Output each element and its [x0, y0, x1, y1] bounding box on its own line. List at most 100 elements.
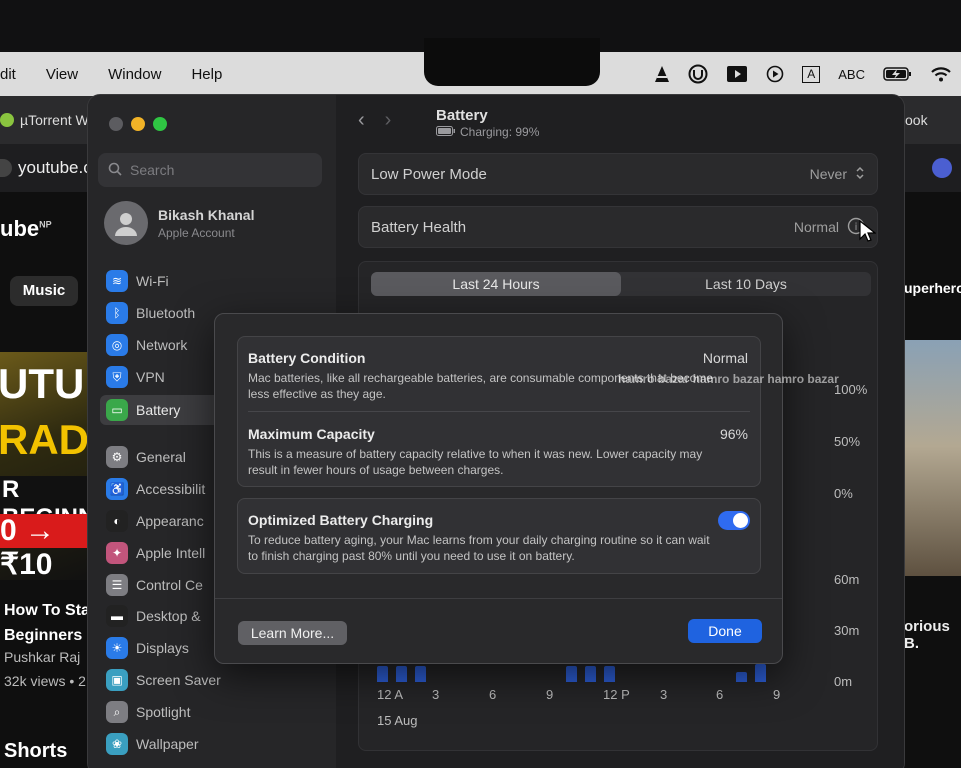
- watermark: hamro bazar hamro bazar hamro bazar: [618, 372, 839, 386]
- media-player-icon[interactable]: [726, 65, 748, 83]
- youtube-logo[interactable]: ubeNP: [0, 216, 52, 242]
- battery-health-dialog: Battery Condition Normal Mac batteries, …: [214, 313, 783, 664]
- user-avatar-icon: [115, 213, 137, 236]
- back-chevron-icon[interactable]: ‹: [358, 109, 365, 132]
- wifi-settings-icon: ≋: [106, 270, 128, 292]
- utorrent-menu-icon[interactable]: [688, 64, 708, 84]
- camera-notch: [424, 38, 600, 86]
- vlc-icon[interactable]: [654, 65, 670, 83]
- wifi-icon[interactable]: [931, 66, 951, 82]
- account-subtitle: Apple Account: [158, 225, 235, 240]
- y-tick-level-2: 0%: [834, 486, 853, 501]
- stepper-chevrons-icon: [855, 166, 865, 183]
- x-tick: 6: [716, 687, 724, 702]
- optimized-charging-title: Optimized Battery Charging: [248, 512, 434, 528]
- x-tick: 12 A: [377, 687, 404, 702]
- usage-bar: [604, 666, 615, 682]
- tab-last-24-hours[interactable]: Last 24 Hours: [371, 272, 621, 296]
- battery-health-value: Normal: [793, 219, 839, 235]
- video-thumbnail[interactable]: UTUR RADI R BEGINNE 0 → ₹10: [0, 352, 92, 580]
- input-source-badge[interactable]: A: [802, 65, 821, 83]
- right-video-title[interactable]: orious B.: [904, 618, 961, 652]
- y-tick-usage-1: 30m: [834, 623, 860, 638]
- sidebar-item-wallpaper[interactable]: ❀ Wallpaper: [100, 729, 328, 759]
- sidebar-item-screen-saver[interactable]: ▣ Screen Saver: [100, 665, 328, 695]
- usage-bar: [396, 666, 407, 682]
- battery-health-row: Battery Health Normal i: [358, 206, 878, 248]
- page-title: Battery: [436, 107, 488, 124]
- maximum-capacity-title: Maximum Capacity: [248, 426, 375, 442]
- usage-bar: [566, 666, 577, 682]
- menu-help[interactable]: Help: [176, 66, 237, 83]
- usage-bar: [377, 666, 388, 682]
- address-bar[interactable]: youtube.c: [0, 158, 92, 178]
- charging-status: Charging: 99%: [436, 125, 539, 139]
- svg-text:i: i: [855, 222, 858, 233]
- divider: [248, 411, 750, 412]
- chip-right[interactable]: uperhero: [904, 280, 961, 296]
- zoom-button[interactable]: [153, 117, 167, 131]
- menu-window[interactable]: Window: [93, 66, 176, 83]
- search-field[interactable]: Search: [98, 153, 322, 187]
- optimized-charging-item: Optimized Battery Charging To reduce bat…: [248, 512, 748, 564]
- battery-charging-icon[interactable]: [883, 66, 913, 82]
- x-tick: 3: [432, 687, 440, 702]
- x-tick: 12 P: [603, 687, 630, 702]
- done-button[interactable]: Done: [688, 619, 762, 643]
- menu-edit[interactable]: dit: [0, 66, 31, 83]
- x-tick: 3: [660, 687, 668, 702]
- avatar: [104, 201, 148, 245]
- browser-tab-right[interactable]: ook: [905, 112, 928, 128]
- channel-name[interactable]: Pushkar Raj: [4, 649, 80, 665]
- learn-more-button[interactable]: Learn More...: [238, 621, 347, 645]
- browser-tab-label: µTorrent W: [20, 112, 89, 128]
- battery-condition-value: Normal: [702, 350, 748, 366]
- chip-music[interactable]: Music: [10, 276, 78, 306]
- status-icons: A ABC: [654, 52, 951, 96]
- video-title[interactable]: How To Sta Beginners: [4, 598, 90, 648]
- x-tick: 6: [489, 687, 497, 702]
- control-centre-icon: ☰: [106, 574, 128, 596]
- y-tick-usage-2: 0m: [834, 674, 853, 689]
- tab-last-10-days[interactable]: Last 10 Days: [621, 272, 871, 296]
- extension-icon[interactable]: [932, 158, 952, 178]
- browser-tab[interactable]: µTorrent W: [0, 112, 89, 128]
- optimized-charging-toggle[interactable]: [718, 511, 750, 530]
- maximum-capacity-value: 96%: [719, 426, 748, 442]
- maximum-capacity-item: Maximum Capacity 96% This is a measure o…: [248, 426, 748, 478]
- y-tick-usage-0: 60m: [834, 572, 860, 587]
- sidebar-item-wifi[interactable]: ≋ Wi-Fi: [100, 266, 328, 296]
- play-circle-icon[interactable]: [766, 65, 784, 83]
- x-tick: 9: [546, 687, 554, 702]
- battery-health-label: Battery Health: [371, 218, 467, 236]
- menu-view[interactable]: View: [31, 66, 93, 83]
- battery-condition-title: Battery Condition: [248, 350, 366, 366]
- low-power-mode-select[interactable]: Never: [810, 166, 865, 183]
- accessibility-icon: ♿: [106, 478, 128, 500]
- minimize-button[interactable]: [131, 117, 145, 131]
- desktop-icon: ▬: [106, 605, 128, 627]
- account-row[interactable]: Bikash Khanal Apple Account: [104, 201, 254, 245]
- history-nav: ‹ ›: [358, 109, 391, 132]
- spotlight-icon: ⌕: [106, 701, 128, 723]
- appearance-icon: ◐: [106, 510, 128, 532]
- dialog-footer-divider: [215, 598, 782, 599]
- maximum-capacity-desc: This is a measure of battery capacity re…: [248, 447, 703, 477]
- utorrent-icon: [0, 113, 14, 127]
- video-thumbnail-right[interactable]: [904, 340, 961, 576]
- search-placeholder: Search: [130, 162, 175, 178]
- forward-chevron-icon[interactable]: ›: [385, 109, 392, 132]
- usage-bar: [755, 664, 766, 682]
- search-icon: [108, 162, 122, 179]
- input-source-label[interactable]: ABC: [838, 67, 865, 82]
- optimized-charging-group: Optimized Battery Charging To reduce bat…: [237, 498, 761, 574]
- screen-saver-icon: ▣: [106, 669, 128, 691]
- close-button[interactable]: [109, 117, 123, 131]
- usage-bar: [585, 666, 596, 682]
- bluetooth-icon: ᛒ: [106, 302, 128, 324]
- mouse-cursor-icon: [858, 219, 877, 249]
- gear-icon: ⚙: [106, 446, 128, 468]
- sidebar-item-spotlight[interactable]: ⌕ Spotlight: [100, 697, 328, 727]
- shorts-heading: Shorts: [4, 740, 68, 762]
- y-tick-level-1: 50%: [834, 434, 861, 449]
